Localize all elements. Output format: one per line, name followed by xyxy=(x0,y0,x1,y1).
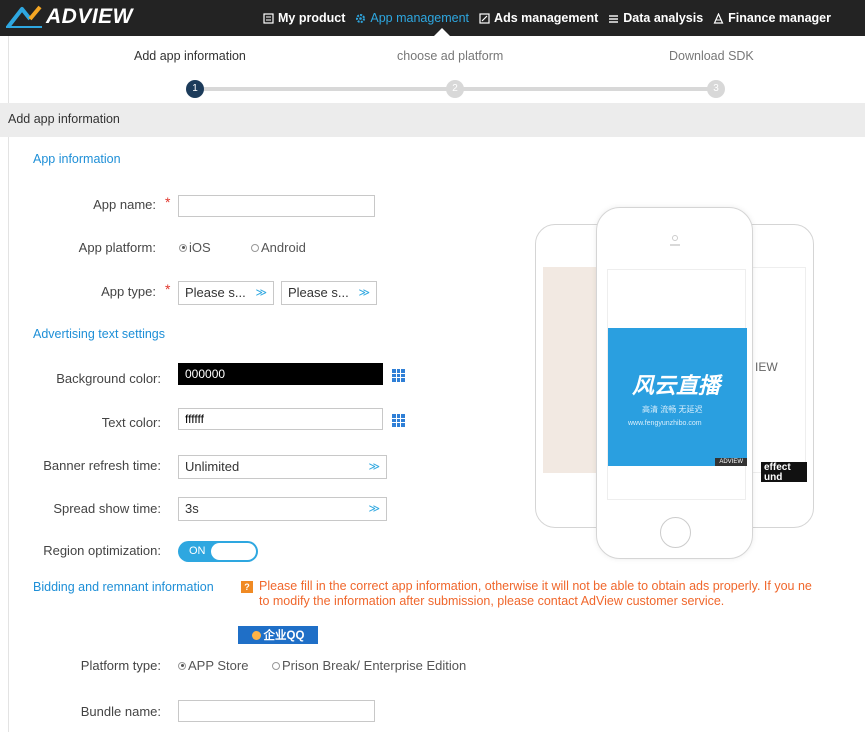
required-marker: * xyxy=(165,281,171,297)
bundle-name-input[interactable] xyxy=(178,700,375,722)
ad-subtitle: 高清 流畅 无延迟 xyxy=(642,405,703,414)
nav-data-analysis[interactable]: Data analysis xyxy=(608,11,703,25)
left-divider xyxy=(8,36,9,732)
nav-label: Ads management xyxy=(494,11,599,25)
select-value: Unlimited xyxy=(185,459,240,474)
app-platform-label: App platform: xyxy=(78,240,156,255)
step-1-dot: 1 xyxy=(186,80,204,98)
notice-line-1: Please fill in the correct app informati… xyxy=(259,579,812,593)
brand-logo[interactable]: ADVIEW xyxy=(4,5,133,29)
select-value: Please s... xyxy=(288,285,349,300)
chevron-down-icon: ≫ xyxy=(368,503,380,515)
platform-radio-ios[interactable]: iOS xyxy=(179,240,211,255)
app-name-input[interactable] xyxy=(178,195,375,217)
right-screen-caption: effect und xyxy=(761,462,807,483)
ad-text-heading: Advertising text settings xyxy=(33,327,166,341)
radio-unselected-icon xyxy=(251,243,259,252)
radio-selected-icon xyxy=(179,243,187,252)
app-type-label: App type: xyxy=(101,284,156,299)
nav-app-management[interactable]: App management xyxy=(355,11,469,25)
region-optimization-toggle[interactable]: ON xyxy=(178,541,258,562)
bidding-heading: Bidding and remnant information xyxy=(33,580,214,594)
logo-icon xyxy=(6,5,42,29)
nav-ads-management[interactable]: Ads management xyxy=(479,11,598,25)
spread-show-select[interactable]: 3s ≫ xyxy=(178,497,387,521)
nav-label: Finance manager xyxy=(728,11,831,25)
banner-refresh-label: Banner refresh time: xyxy=(43,458,161,473)
enterprise-qq-button[interactable]: 企业QQ xyxy=(238,626,318,644)
select-value: Please s... xyxy=(185,285,246,300)
qq-label: 企业QQ xyxy=(263,630,305,642)
right-screen-text: IEW xyxy=(755,360,778,374)
ad-banner[interactable]: 风云直播 高清 流畅 无延迟 www.fengyunzhibo.com ADVI… xyxy=(608,328,747,466)
region-optimization-label: Region optimization: xyxy=(43,543,161,558)
chevron-down-icon: ≫ xyxy=(255,287,267,299)
required-marker: * xyxy=(165,194,171,210)
ads-icon xyxy=(479,12,490,24)
platform-type-radio-prison-break[interactable]: Prison Break/ Enterprise Edition xyxy=(272,658,466,673)
section-header: Add app information xyxy=(0,103,865,137)
chevron-down-icon: ≫ xyxy=(358,287,370,299)
text-color-input[interactable] xyxy=(178,408,383,430)
nav-label: My product xyxy=(278,11,346,25)
toggle-knob xyxy=(211,543,256,560)
radio-label: Prison Break/ Enterprise Edition xyxy=(282,658,467,673)
notice-line-2: to modify the information after submissi… xyxy=(259,594,725,608)
main-nav: My product App management Ads management… xyxy=(263,0,841,36)
ad-tag: ADVIEW xyxy=(715,458,747,466)
select-value: 3s xyxy=(185,501,199,516)
ad-url: www.fengyunzhibo.com xyxy=(628,420,702,427)
active-nav-caret xyxy=(434,28,450,36)
home-button xyxy=(660,517,691,548)
step-2-label: choose ad platform xyxy=(397,49,504,63)
bg-color-label: Background color: xyxy=(56,371,161,386)
product-icon xyxy=(263,12,274,24)
platform-radio-android[interactable]: Android xyxy=(251,240,306,255)
radio-label: APP Store xyxy=(188,658,249,673)
radio-selected-icon xyxy=(178,661,186,670)
bg-color-input[interactable] xyxy=(178,363,383,385)
top-nav-bar: ADVIEW My product App management Ads man… xyxy=(0,0,865,36)
spread-show-label: Spread show time: xyxy=(53,501,161,516)
gear-icon xyxy=(356,13,366,23)
chart-icon xyxy=(609,14,619,23)
app-type-select-1[interactable]: Please s... ≫ xyxy=(178,281,274,305)
toggle-state: ON xyxy=(189,545,206,557)
person-icon xyxy=(713,12,724,24)
radio-label: Android xyxy=(261,240,306,255)
front-phone-screen: 风云直播 高清 流畅 无延迟 www.fengyunzhibo.com ADVI… xyxy=(607,269,747,500)
camera-icon xyxy=(670,235,680,246)
nav-finance-manager[interactable]: Finance manager xyxy=(713,11,831,25)
radio-label: iOS xyxy=(189,240,211,255)
platform-type-label: Platform type: xyxy=(80,658,161,673)
platform-type-radio-app-store[interactable]: APP Store xyxy=(178,658,248,673)
color-picker-icon[interactable] xyxy=(392,369,405,382)
brand-name: ADVIEW xyxy=(46,5,133,28)
bidding-notice: Please fill in the correct app informati… xyxy=(259,579,865,609)
qq-icon xyxy=(251,630,261,640)
app-type-select-2[interactable]: Please s... ≫ xyxy=(281,281,377,305)
step-1-label: Add app information xyxy=(134,49,246,63)
app-info-heading: App information xyxy=(33,152,121,166)
preview-phone-front: 风云直播 高清 流畅 无延迟 www.fengyunzhibo.com ADVI… xyxy=(596,207,753,559)
bundle-name-label: Bundle name: xyxy=(80,704,161,719)
caption-line: und xyxy=(764,472,783,483)
app-name-label: App name: xyxy=(93,197,156,212)
section-title: Add app information xyxy=(8,112,120,126)
chevron-down-icon: ≫ xyxy=(368,461,380,473)
question-icon[interactable]: ? xyxy=(241,581,253,593)
ad-title: 风云直播 xyxy=(632,373,721,398)
text-color-label: Text color: xyxy=(101,415,161,430)
radio-unselected-icon xyxy=(272,661,280,670)
nav-label: Data analysis xyxy=(623,11,704,25)
banner-refresh-select[interactable]: Unlimited ≫ xyxy=(178,455,387,479)
step-2-dot: 2 xyxy=(446,80,464,98)
color-picker-icon[interactable] xyxy=(392,414,405,427)
step-3-label: Download SDK xyxy=(669,49,754,63)
nav-label: App management xyxy=(370,11,470,25)
step-3-dot: 3 xyxy=(707,80,725,98)
nav-my-product[interactable]: My product xyxy=(263,11,345,25)
